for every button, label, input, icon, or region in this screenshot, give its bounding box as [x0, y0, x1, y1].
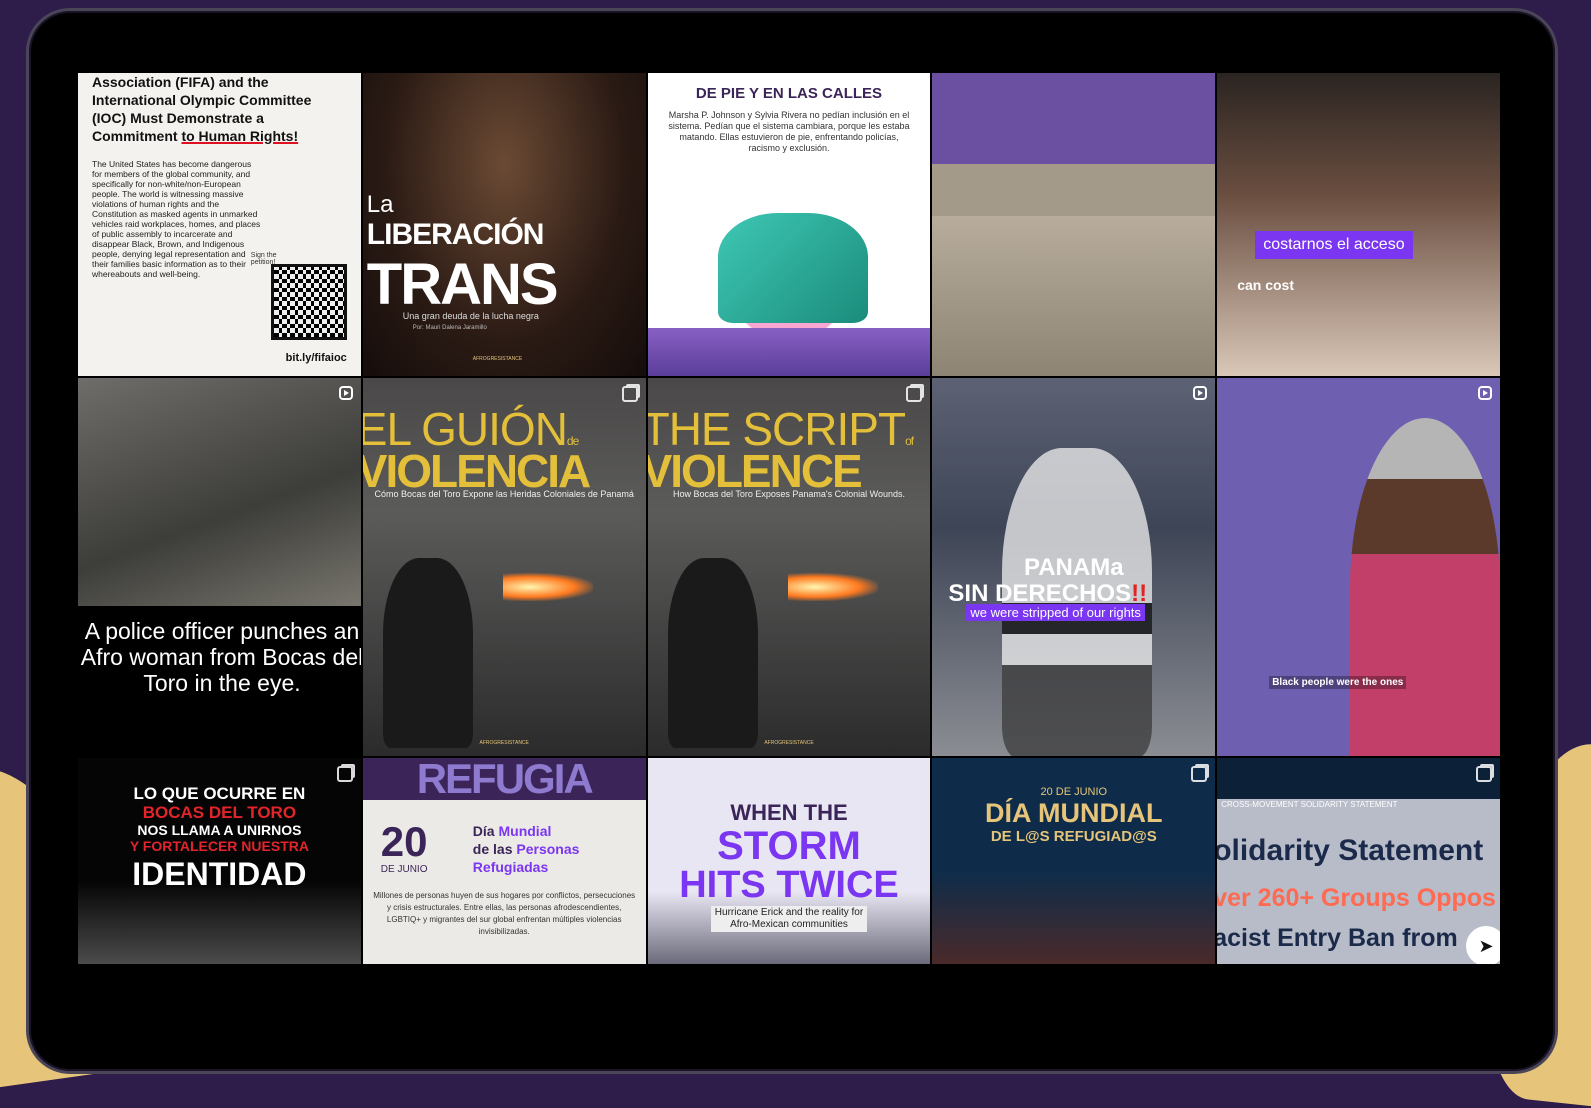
post-liberacion-trans[interactable]: La LIBERACIÓN TRANS Una gran deuda de la… [361, 72, 647, 377]
reel-icon [338, 386, 353, 400]
footer-brand: AFROGRESISTANCE [479, 740, 529, 746]
post-guion-violencia[interactable]: EL GUIÓNde VIOLENCIA Cómo Bocas del Toro… [361, 377, 647, 757]
carousel-icon [336, 766, 353, 782]
footer-brand: AFROGRESISTANCE [764, 740, 814, 746]
subtitle: Cómo Bocas del Toro Expone las Heridas C… [374, 489, 634, 499]
title-liberacion: LIBERACIÓN [366, 218, 545, 251]
title-line-2: STORM [717, 824, 861, 868]
title-line-1: WHEN THE [730, 800, 848, 825]
date-month: DE JUNIO [380, 864, 428, 875]
subtitle: How Bocas del Toro Exposes Panama's Colo… [672, 489, 905, 499]
title-line-1: olidarity Statement [1216, 834, 1484, 867]
byline: Por: Mauri Dalena Jaramillo [412, 325, 487, 331]
photo-floor [932, 216, 1216, 376]
post-video-costarnos[interactable]: costarnos el acceso can cost [1216, 72, 1501, 377]
post-storm-hits-twice[interactable]: WHEN THE STORM HITS TWICE Hurricane Eric… [646, 757, 932, 965]
subtitle: Hurricane Erick and the reality for Afro-… [710, 906, 868, 932]
headline: DE PIE Y EN LAS CALLES [695, 85, 883, 102]
caption-panama: PANAMa [1024, 554, 1124, 581]
post-dia-mundial-refugiados[interactable]: 20 DE JUNIO DÍA MUNDIAL DE L@S REFUGIAD@… [931, 757, 1217, 965]
title-line-1: LO QUE OCURRE EN [133, 784, 306, 803]
post-grid: Association (FIFA) and the International… [77, 72, 1501, 965]
title-la: La [366, 191, 394, 218]
qr-code-icon [270, 264, 347, 340]
reel-icon [1193, 386, 1208, 400]
post-de-pie[interactable]: DE PIE Y EN LAS CALLES Marsha P. Johnson… [646, 72, 932, 377]
title: Día Mundial de las Personas Refugiadas [472, 823, 580, 875]
caption-text: Black people were the ones [1269, 676, 1407, 689]
title-line-3: NOS LLAMA A UNIRNOS [137, 822, 302, 838]
photo-soldier [667, 558, 758, 748]
kicker: CROSS-MOVEMENT SOLIDARITY STATEMENT [1221, 800, 1398, 809]
caption-subtitle: we were stripped of our rights [966, 604, 1145, 621]
caption-highlight: costarnos el acceso [1255, 231, 1413, 259]
carousel-icon [906, 386, 923, 402]
post-script-violence[interactable]: THE SCRIPTof VIOLENCE How Bocas del Toro… [646, 377, 932, 757]
post-solidarity-statement[interactable]: CROSS-MOVEMENT SOLIDARITY STATEMENT olid… [1216, 757, 1501, 965]
title-line-2: ver 260+ Groups Oppos [1216, 884, 1496, 912]
title-line-3: HITS TWICE [679, 864, 899, 906]
photo-person [1349, 418, 1500, 756]
subtitle: DE L@S REFUGIAD@S [990, 828, 1157, 845]
logo-band [647, 328, 931, 376]
post-body: The United States has become dangerous f… [92, 159, 261, 279]
subtitle: Una gran deuda de la lucha negra [402, 311, 539, 321]
post-dia-refugiadas[interactable]: REFUGIA 20 DE JUNIO Día Mundial de las Pe… [361, 757, 647, 965]
post-elder-interview[interactable]: Black people were the ones [1216, 377, 1501, 757]
photo-soldier [382, 558, 473, 748]
banner-text: REFUGIA [362, 758, 646, 800]
post-fifa-ioc[interactable]: Association (FIFA) and the International… [77, 72, 362, 377]
post-caption: A police officer punches an Afro woman f… [80, 618, 362, 696]
petition-link: bit.ly/fifaioc [285, 352, 347, 364]
illustration-figures [717, 213, 868, 323]
body-text: Millones de personas huyen de sus hogare… [373, 891, 636, 936]
post-meeting-photo[interactable] [931, 72, 1217, 377]
post-headline: Association (FIFA) and the International… [92, 74, 312, 144]
footer-brand: AFROGRESISTANCE [472, 356, 523, 362]
post-panama-sin-derechos[interactable]: PANAMa SIN DERECHOS!! we were stripped o… [931, 377, 1217, 757]
post-bocas-identidad[interactable]: LO QUE OCURRE EN BOCAS DEL TORO NOS LLAM… [77, 757, 362, 965]
title-line-2: BOCAS DEL TORO [142, 803, 297, 822]
date: 20 DE JUNIO [1040, 786, 1108, 798]
photo-fire [502, 573, 593, 601]
carousel-icon [1475, 766, 1492, 782]
reel-icon [1477, 386, 1492, 400]
post-police-officer[interactable]: A police officer punches an Afro woman f… [77, 377, 362, 757]
title-line-4: Y FORTALECER NUESTRA [129, 838, 309, 854]
title-trans: TRANS [366, 252, 559, 317]
photo-fire [787, 573, 878, 601]
body-text: Marsha P. Johnson y Sylvia Rivera no ped… [668, 110, 910, 153]
caption-text: can cost [1237, 277, 1294, 293]
title-line-3: acist Entry Ban from [1216, 924, 1458, 952]
title: DÍA MUNDIAL [985, 798, 1163, 828]
send-icon[interactable]: ➤ [1465, 926, 1500, 964]
carousel-icon [1191, 766, 1208, 782]
date-number: 20 [380, 818, 428, 865]
title-line-5: IDENTIDAD [132, 856, 307, 892]
carousel-icon [621, 386, 638, 402]
